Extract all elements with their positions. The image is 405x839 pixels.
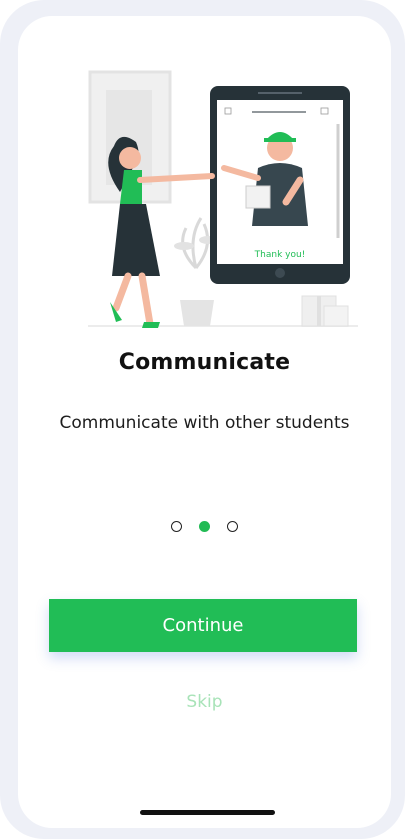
home-indicator [140,810,275,815]
pagination-dot-2[interactable] [199,521,210,532]
pagination-dots [18,521,391,532]
onboarding-title: Communicate [118,350,291,375]
pagination-dot-3[interactable] [227,521,238,532]
skip-button[interactable]: Skip [18,692,391,712]
phone-frame: Thank you! Communicate Communicate with … [0,0,405,839]
pagination-dot-1[interactable] [171,521,182,532]
onboarding-subtitle: Communicate with other students [59,413,350,433]
communicate-illustration: Thank you! [88,70,358,328]
continue-button[interactable]: Continue [49,599,357,652]
onboarding-screen: Thank you! Communicate Communicate with … [18,16,391,828]
illustration-caption: Thank you! [254,250,306,260]
